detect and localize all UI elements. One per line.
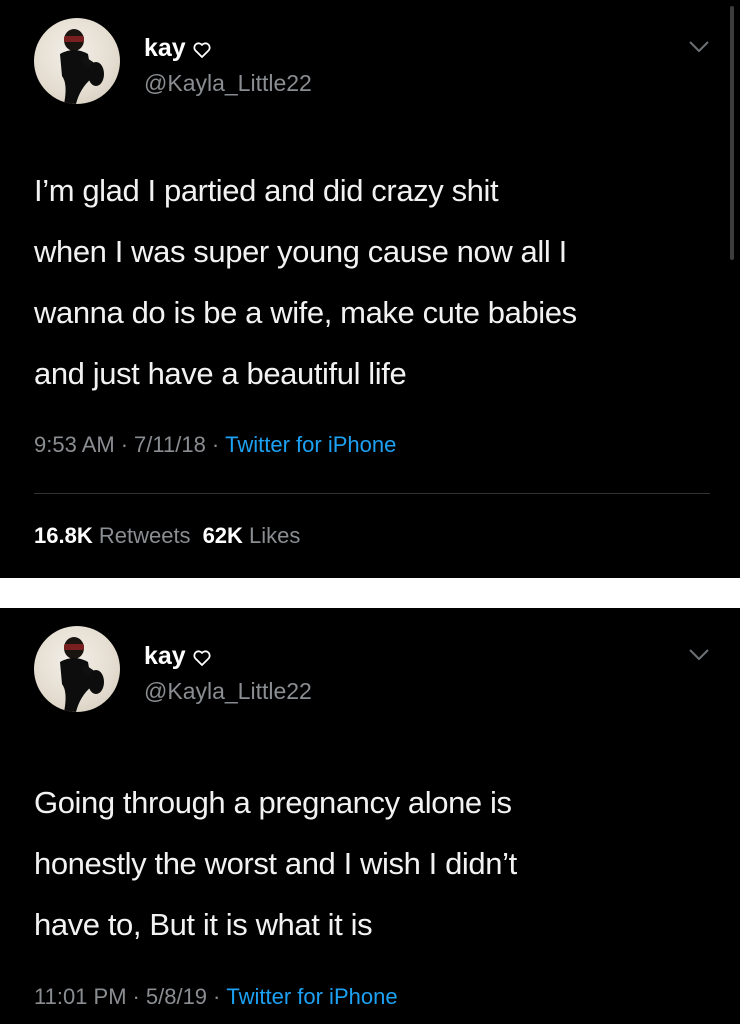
tweet-source-link[interactable]: Twitter for iPhone	[225, 432, 396, 457]
tweet-card-1: kay @Kayla_Little22 I’m glad I partied a…	[0, 0, 740, 578]
display-name[interactable]: kay	[144, 642, 186, 671]
tweet-time[interactable]: 9:53 AM	[34, 432, 115, 457]
divider	[34, 493, 710, 494]
likes-count: 62K	[202, 523, 243, 548]
display-name[interactable]: kay	[144, 34, 186, 63]
avatar[interactable]	[34, 626, 120, 712]
chevron-down-icon[interactable]	[688, 40, 710, 54]
heart-icon	[192, 40, 212, 60]
tweet-date[interactable]: 5/8/19	[146, 984, 207, 1009]
meta-separator: ·	[211, 432, 220, 457]
scrollbar[interactable]	[730, 6, 734, 260]
tweet-meta: 11:01 PM · 5/8/19 · Twitter for iPhone	[34, 984, 398, 1010]
retweets-count: 16.8K	[34, 523, 93, 548]
retweets-label: Retweets	[98, 523, 191, 548]
author-name-row[interactable]: kay	[144, 642, 212, 671]
author-name-row[interactable]: kay	[144, 34, 212, 63]
heart-icon	[192, 648, 212, 668]
likes-label: Likes	[249, 523, 301, 548]
meta-separator: ·	[213, 984, 221, 1009]
meta-separator: ·	[132, 984, 140, 1009]
tweet-card-2: kay @Kayla_Little22 Going through a preg…	[0, 608, 740, 1024]
tweet-source-link[interactable]: Twitter for iPhone	[226, 984, 397, 1009]
user-handle[interactable]: @Kayla_Little22	[144, 678, 312, 705]
meta-separator: ·	[120, 432, 129, 457]
chevron-down-icon[interactable]	[688, 648, 710, 662]
tweet-text: Going through a pregnancy alone is hones…	[34, 785, 517, 942]
retweets-stat[interactable]: 16.8K Retweets	[34, 523, 191, 548]
avatar[interactable]	[34, 18, 120, 104]
tweet-date[interactable]: 7/11/18	[134, 432, 206, 457]
tweet-stats: 16.8K Retweets 62K Likes	[34, 523, 300, 549]
likes-stat[interactable]: 62K Likes	[203, 523, 301, 548]
tweet-text: I’m glad I partied and did crazy shit wh…	[34, 173, 577, 391]
tweet-time[interactable]: 11:01 PM	[34, 984, 127, 1009]
user-handle[interactable]: @Kayla_Little22	[144, 70, 312, 97]
tweet-meta: 9:53 AM · 7/11/18 · Twitter for iPhone	[34, 432, 396, 458]
